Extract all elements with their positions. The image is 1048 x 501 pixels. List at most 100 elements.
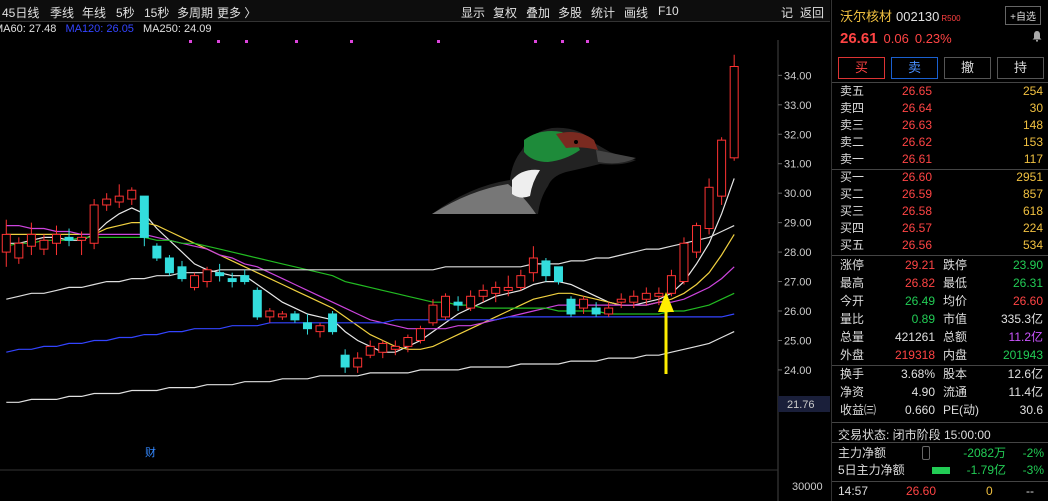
quote-panel: 沃尔核材 002130 R500 +自选 26.61 0.06 0.23% 买 卖 撤 … (831, 0, 1048, 501)
candle-body (579, 298, 589, 309)
bell-icon[interactable] (1031, 30, 1043, 42)
period-year[interactable]: 年线 (82, 4, 106, 21)
stat-row: 涨停 29.21 跌停 23.90 (832, 256, 1048, 274)
bid-volume: 224 (1022, 221, 1043, 235)
ask-row[interactable]: 卖四 26.64 30 (832, 100, 1048, 117)
trade-status: 交易状态: 闭市阶段 15:00:00 (838, 428, 991, 442)
sell-button[interactable]: 卖 (891, 57, 938, 79)
back-button[interactable]: 返回 (800, 4, 824, 21)
candle-body (277, 313, 287, 318)
ask-row[interactable]: 卖三 26.63 148 (832, 117, 1048, 134)
buy-button[interactable]: 买 (838, 57, 885, 79)
stat-label: 市值 (943, 312, 968, 326)
candle-body (528, 257, 538, 274)
stat-label: 今开 (840, 294, 865, 308)
candle-body (227, 278, 237, 283)
bid-label: 买四 (840, 221, 865, 235)
tool-multi-stock[interactable]: 多股 (558, 4, 582, 21)
ask-price: 26.61 (902, 152, 933, 166)
volume-axis-label: 30000 (792, 481, 823, 493)
price-tick-label: 33.00 (784, 100, 812, 112)
ask-volume: 30 (1029, 101, 1043, 115)
flow-label: 主力净额 (838, 446, 887, 460)
cancel-order-button[interactable]: 撤 (944, 57, 991, 79)
stat-label: 总量 (840, 330, 865, 344)
tool-overlay[interactable]: 叠加 (526, 4, 550, 21)
candle-body (729, 66, 739, 159)
period-quarter[interactable]: 季线 (50, 4, 74, 21)
candle-body (127, 189, 137, 200)
candle-body (102, 198, 112, 206)
bid-price: 26.59 (902, 187, 933, 201)
bid-row[interactable]: 买二 26.59 857 (832, 186, 1048, 203)
price-tick-label: 32.00 (784, 129, 812, 141)
stat-value: 12.6亿 (1007, 367, 1043, 381)
candle-body (553, 266, 563, 283)
stat-value: 30.6 (1019, 403, 1043, 417)
stat-label: 收益㈢ (840, 403, 877, 417)
stat-row: 量比 0.89 市值 335.3亿 (832, 310, 1048, 328)
stat-value: 421261 (894, 330, 935, 344)
bid-row[interactable]: 买五 26.56 534 (832, 237, 1048, 254)
signal-dot (534, 40, 537, 43)
period-15s[interactable]: 15秒 (144, 4, 169, 21)
price-tick-label: 34.00 (784, 70, 812, 82)
candle-body (290, 313, 300, 321)
candle-body (252, 289, 262, 318)
tool-display[interactable]: 显示 (461, 4, 485, 21)
candle-body (441, 295, 451, 318)
tool-draw[interactable]: 画线 (624, 4, 648, 21)
tool-f10[interactable]: F10 (658, 4, 679, 18)
bid-row[interactable]: 买四 26.57 224 (832, 220, 1048, 237)
candles (1, 54, 739, 373)
bid-row[interactable]: 买一 26.60 2951 (832, 169, 1048, 186)
period-45d[interactable]: 45日线 (2, 4, 39, 21)
candle-body (378, 342, 388, 353)
candle-body (415, 328, 425, 341)
stock-title: 沃尔核材 002130 R500 (840, 6, 961, 25)
kline-svg[interactable]: 34.00 33.00 32.00 31.00 30.00 29.00 28.00 27.00… (0, 28, 830, 501)
candle-body (139, 195, 149, 238)
ask-row[interactable]: 卖一 26.61 117 (832, 151, 1048, 168)
stat-row: 今开 26.49 均价 26.60 (832, 292, 1048, 310)
ask-row[interactable]: 卖二 26.62 153 (832, 134, 1048, 151)
candle-body (114, 195, 124, 203)
stat-value: 0.660 (904, 403, 935, 417)
bid-row[interactable]: 买三 26.58 618 (832, 203, 1048, 220)
bid-price: 26.60 (902, 170, 933, 184)
tool-adjust[interactable]: 复权 (493, 4, 517, 21)
ask-price: 26.63 (902, 118, 933, 132)
price-tick-label: 25.00 (784, 335, 812, 347)
tool-statistics[interactable]: 统计 (591, 4, 615, 21)
info-icon[interactable] (922, 446, 930, 460)
stat-value: 201943 (1002, 348, 1043, 362)
stat-label: 均价 (943, 294, 968, 308)
period-5s[interactable]: 5秒 (116, 4, 135, 21)
moving-averages (6, 178, 735, 403)
stat-label: 最高 (840, 276, 865, 290)
signal-dot (561, 40, 564, 43)
holdings-button[interactable]: 持 (997, 57, 1044, 79)
ask-volume: 254 (1022, 84, 1043, 98)
price-tick-label: 31.00 (784, 159, 812, 171)
candle-body (302, 322, 312, 330)
note-button[interactable]: 记 (781, 4, 793, 21)
five-day-flow-row[interactable]: 5日主力净额 -1.79亿 -3% (838, 462, 1044, 479)
main-flow-row[interactable]: 主力净额 -2082万 -2% (838, 445, 1044, 462)
add-watchlist-button[interactable]: +自选 (1005, 6, 1041, 25)
kline-chart[interactable]: 34.00 33.00 32.00 31.00 30.00 29.00 28.00 27.00… (0, 28, 830, 501)
stat-label: 涨停 (840, 258, 865, 272)
price-axis: 34.00 33.00 32.00 31.00 30.00 29.00 28.00 27.00… (0, 40, 812, 501)
ask-row[interactable]: 卖五 26.65 254 (832, 83, 1048, 100)
candle-body (566, 298, 576, 315)
bid-volume: 857 (1022, 187, 1043, 201)
period-multi[interactable]: 多周期 (177, 4, 213, 21)
period-more[interactable]: 更多 〉 (217, 4, 256, 21)
candle-body (591, 307, 601, 315)
stat-label: 量比 (840, 312, 865, 326)
candle-body (491, 286, 501, 294)
stat-label: 净资 (840, 385, 865, 399)
candle-body (428, 304, 438, 324)
candle-body (466, 295, 476, 309)
candle-body (604, 307, 614, 315)
